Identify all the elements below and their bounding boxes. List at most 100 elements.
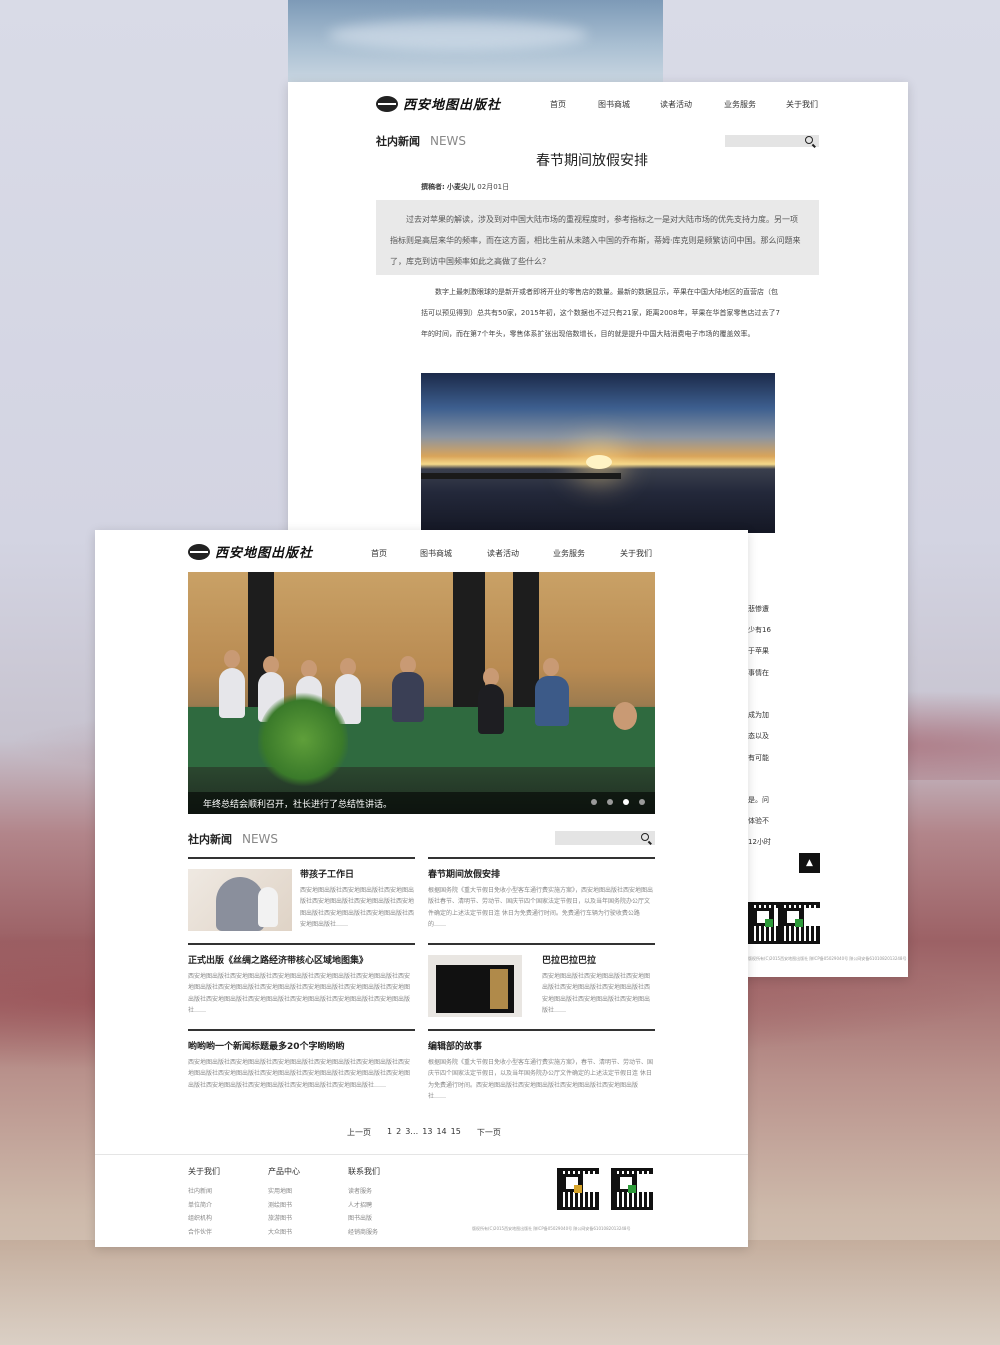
- news-excerpt: 西安地图出版社西安地图出版社西安地图出版社西安地图出版社西安地图出版社西安地图出…: [188, 1059, 411, 1089]
- news-card[interactable]: 巴拉巴拉巴拉 西安地图出版社西安地图出版社西安地图出版社西安地图出版社西安地图出…: [428, 943, 655, 1023]
- person: [613, 702, 637, 730]
- page-link[interactable]: 15: [451, 1127, 461, 1138]
- page-link[interactable]: 2: [396, 1127, 401, 1138]
- carousel-dot[interactable]: [639, 799, 645, 805]
- footer-link[interactable]: 图书出版: [348, 1213, 380, 1222]
- search-input[interactable]: [555, 831, 655, 845]
- news-excerpt: 根据国务院《重大节假日免收小型客车通行费实施方案》，西安地图出版社西安地图出版社…: [428, 887, 654, 928]
- logo[interactable]: 西安地图出版社: [188, 542, 313, 561]
- carousel-dot-active[interactable]: [623, 799, 629, 805]
- text-fragment: 悲惨遭: [748, 605, 769, 613]
- footer-link[interactable]: 人才招聘: [348, 1200, 380, 1209]
- footer-link[interactable]: 合作伙伴: [188, 1227, 220, 1236]
- nav-bookstore[interactable]: 图书商城: [598, 99, 660, 110]
- page-link[interactable]: 13: [422, 1127, 432, 1138]
- text-fragment: 成为加: [748, 711, 769, 719]
- nav-about[interactable]: 关于我们: [786, 99, 818, 110]
- news-title[interactable]: 春节期间放假安排: [428, 867, 500, 880]
- main-nav: 首页 图书商城 读者活动 业务服务 关于我们: [371, 548, 652, 559]
- background-terrain: [0, 1240, 1000, 1345]
- page-link[interactable]: 14: [436, 1127, 446, 1138]
- footer-heading: 联系我们: [348, 1167, 380, 1176]
- search-input[interactable]: [725, 135, 819, 147]
- footer-link[interactable]: 读者服务: [348, 1186, 380, 1195]
- copyright: 版权所有(C)2015西安地图出版社 陕ICP备05029040号 陕公网安备6…: [748, 956, 907, 961]
- nav-services[interactable]: 业务服务: [724, 99, 786, 110]
- footer-heading: 关于我们: [188, 1167, 220, 1176]
- footer-link[interactable]: 实用地图: [268, 1186, 300, 1195]
- news-excerpt: 根据国务院《重大节假日免收小型客车通行费实施方案》，春节、清明节、劳动节、国庆节…: [428, 1059, 654, 1100]
- brand-name: 西安地图出版社: [215, 546, 314, 561]
- text-fragment: 态以及: [748, 732, 769, 740]
- footer-link[interactable]: 组织机构: [188, 1213, 220, 1222]
- section-subtitle: NEWS: [242, 832, 279, 846]
- footer-link[interactable]: 测绘图书: [268, 1200, 300, 1209]
- news-title[interactable]: 巴拉巴拉巴拉: [542, 953, 596, 966]
- prev-page-link[interactable]: 上一页: [347, 1127, 371, 1138]
- qr-code-icon: [557, 1168, 599, 1210]
- news-card[interactable]: 哟哟哟一个新闻标题最多20个字哟哟哟 西安地图出版社西安地图出版社西安地图出版社…: [188, 1029, 415, 1109]
- sky-image: [288, 0, 663, 82]
- person: [478, 684, 504, 734]
- text-fragment: 事情在: [748, 669, 769, 677]
- news-thumbnail: [428, 955, 522, 1017]
- news-card[interactable]: 春节期间放假安排 根据国务院《重大节假日免收小型客车通行费实施方案》，西安地图出…: [428, 857, 655, 937]
- arrow-up-icon: ▲: [806, 858, 813, 868]
- nav-about[interactable]: 关于我们: [620, 548, 652, 559]
- main-nav: 首页 图书商城 读者活动 业务服务 关于我们: [550, 99, 818, 110]
- nav-reader-events[interactable]: 读者活动: [487, 548, 553, 559]
- carousel-caption: 年终总结会顺利召开，社长进行了总结性讲话。: [188, 792, 655, 814]
- section-header: 社内新闻 NEWS: [188, 831, 278, 847]
- nav-bookstore[interactable]: 图书商城: [420, 548, 487, 559]
- page-link[interactable]: 1: [387, 1127, 392, 1138]
- author: 小麦尖儿: [447, 183, 476, 191]
- date: 02月01日: [477, 183, 510, 191]
- nav-home[interactable]: 首页: [371, 548, 420, 559]
- footer-link[interactable]: 单位简介: [188, 1200, 220, 1209]
- footer-link[interactable]: 旅游图书: [268, 1213, 300, 1222]
- article-quote: 过去对苹果的解读，涉及到对中国大陆市场的重视程度时，参考指标之一是对大陆市场的优…: [376, 200, 819, 275]
- hero-carousel[interactable]: 年终总结会顺利召开，社长进行了总结性讲话。: [188, 572, 655, 814]
- footer-column-about: 关于我们 社内新闻 单位简介 组织机构 合作伙伴: [188, 1166, 220, 1240]
- section-subtitle: NEWS: [430, 134, 467, 148]
- caption-text: 年终总结会顺利召开，社长进行了总结性讲话。: [203, 800, 393, 810]
- search-icon[interactable]: [805, 136, 813, 144]
- person: [543, 658, 559, 676]
- brand-name: 西安地图出版社: [403, 98, 502, 113]
- qr-code-icon: [611, 1168, 653, 1210]
- page-link[interactable]: 3…: [405, 1127, 418, 1138]
- nav-reader-events[interactable]: 读者活动: [660, 99, 724, 110]
- footer-link[interactable]: 经销商服务: [348, 1227, 380, 1236]
- article-title: 春节期间放假安排: [536, 153, 648, 169]
- nav-home[interactable]: 首页: [550, 99, 598, 110]
- section-title: 社内新闻: [376, 135, 420, 148]
- footer-link[interactable]: 大众图书: [268, 1227, 300, 1236]
- footer-heading: 产品中心: [268, 1167, 300, 1176]
- footer-link[interactable]: 社内新闻: [188, 1186, 220, 1195]
- news-excerpt: 西安地图出版社西安地图出版社西安地图出版社西安地图出版社西安地图出版社西安地图出…: [188, 973, 411, 1014]
- news-title[interactable]: 正式出版《丝绸之路经济带核心区域地图集》: [188, 953, 368, 966]
- news-card[interactable]: 正式出版《丝绸之路经济带核心区域地图集》 西安地图出版社西安地图出版社西安地图出…: [188, 943, 415, 1023]
- article-body: 数字上最刺激眼球的是新开或者即将开业的零售店的数量。最新的数据显示，苹果在中国大…: [421, 288, 780, 338]
- pagination: 上一页 1 2 3… 13 14 15 下一页: [347, 1127, 501, 1138]
- back-to-top-button[interactable]: ▲: [799, 853, 820, 873]
- carousel-dot[interactable]: [607, 799, 613, 805]
- news-excerpt: 西安地图出版社西安地图出版社西安地图出版社西安地图出版社西安地图出版社西安地图出…: [542, 973, 651, 1014]
- news-title[interactable]: 哟哟哟一个新闻标题最多20个字哟哟哟: [188, 1039, 345, 1052]
- carousel-dot[interactable]: [591, 799, 597, 805]
- copyright: 版权所有(C)2015西安地图出版社 陕ICP备05029040号 陕公网安备6…: [472, 1226, 631, 1231]
- logo[interactable]: 西安地图出版社: [376, 94, 501, 113]
- search-icon[interactable]: [641, 833, 649, 841]
- footer-column-products: 产品中心 实用地图 测绘图书 旅游图书 大众图书: [268, 1166, 300, 1240]
- news-title[interactable]: 带孩子工作日: [300, 867, 354, 880]
- next-page-link[interactable]: 下一页: [477, 1127, 501, 1138]
- news-card[interactable]: 带孩子工作日 西安地图出版社西安地图出版社西安地图出版社西安地图出版社西安地图出…: [188, 857, 415, 937]
- news-title[interactable]: 编辑部的故事: [428, 1039, 482, 1052]
- carousel-dots: [591, 799, 645, 805]
- nav-services[interactable]: 业务服务: [553, 548, 620, 559]
- byline: 撰稿者: 小麦尖儿 02月01日: [421, 182, 509, 192]
- news-card[interactable]: 编辑部的故事 根据国务院《重大节假日免收小型客车通行费实施方案》，春节、清明节、…: [428, 1029, 655, 1109]
- globe-icon: [376, 95, 398, 112]
- news-page: 西安地图出版社 首页 图书商城 读者活动 业务服务 关于我们 年终总结会顺利召开…: [95, 530, 748, 1247]
- globe-icon: [188, 543, 210, 560]
